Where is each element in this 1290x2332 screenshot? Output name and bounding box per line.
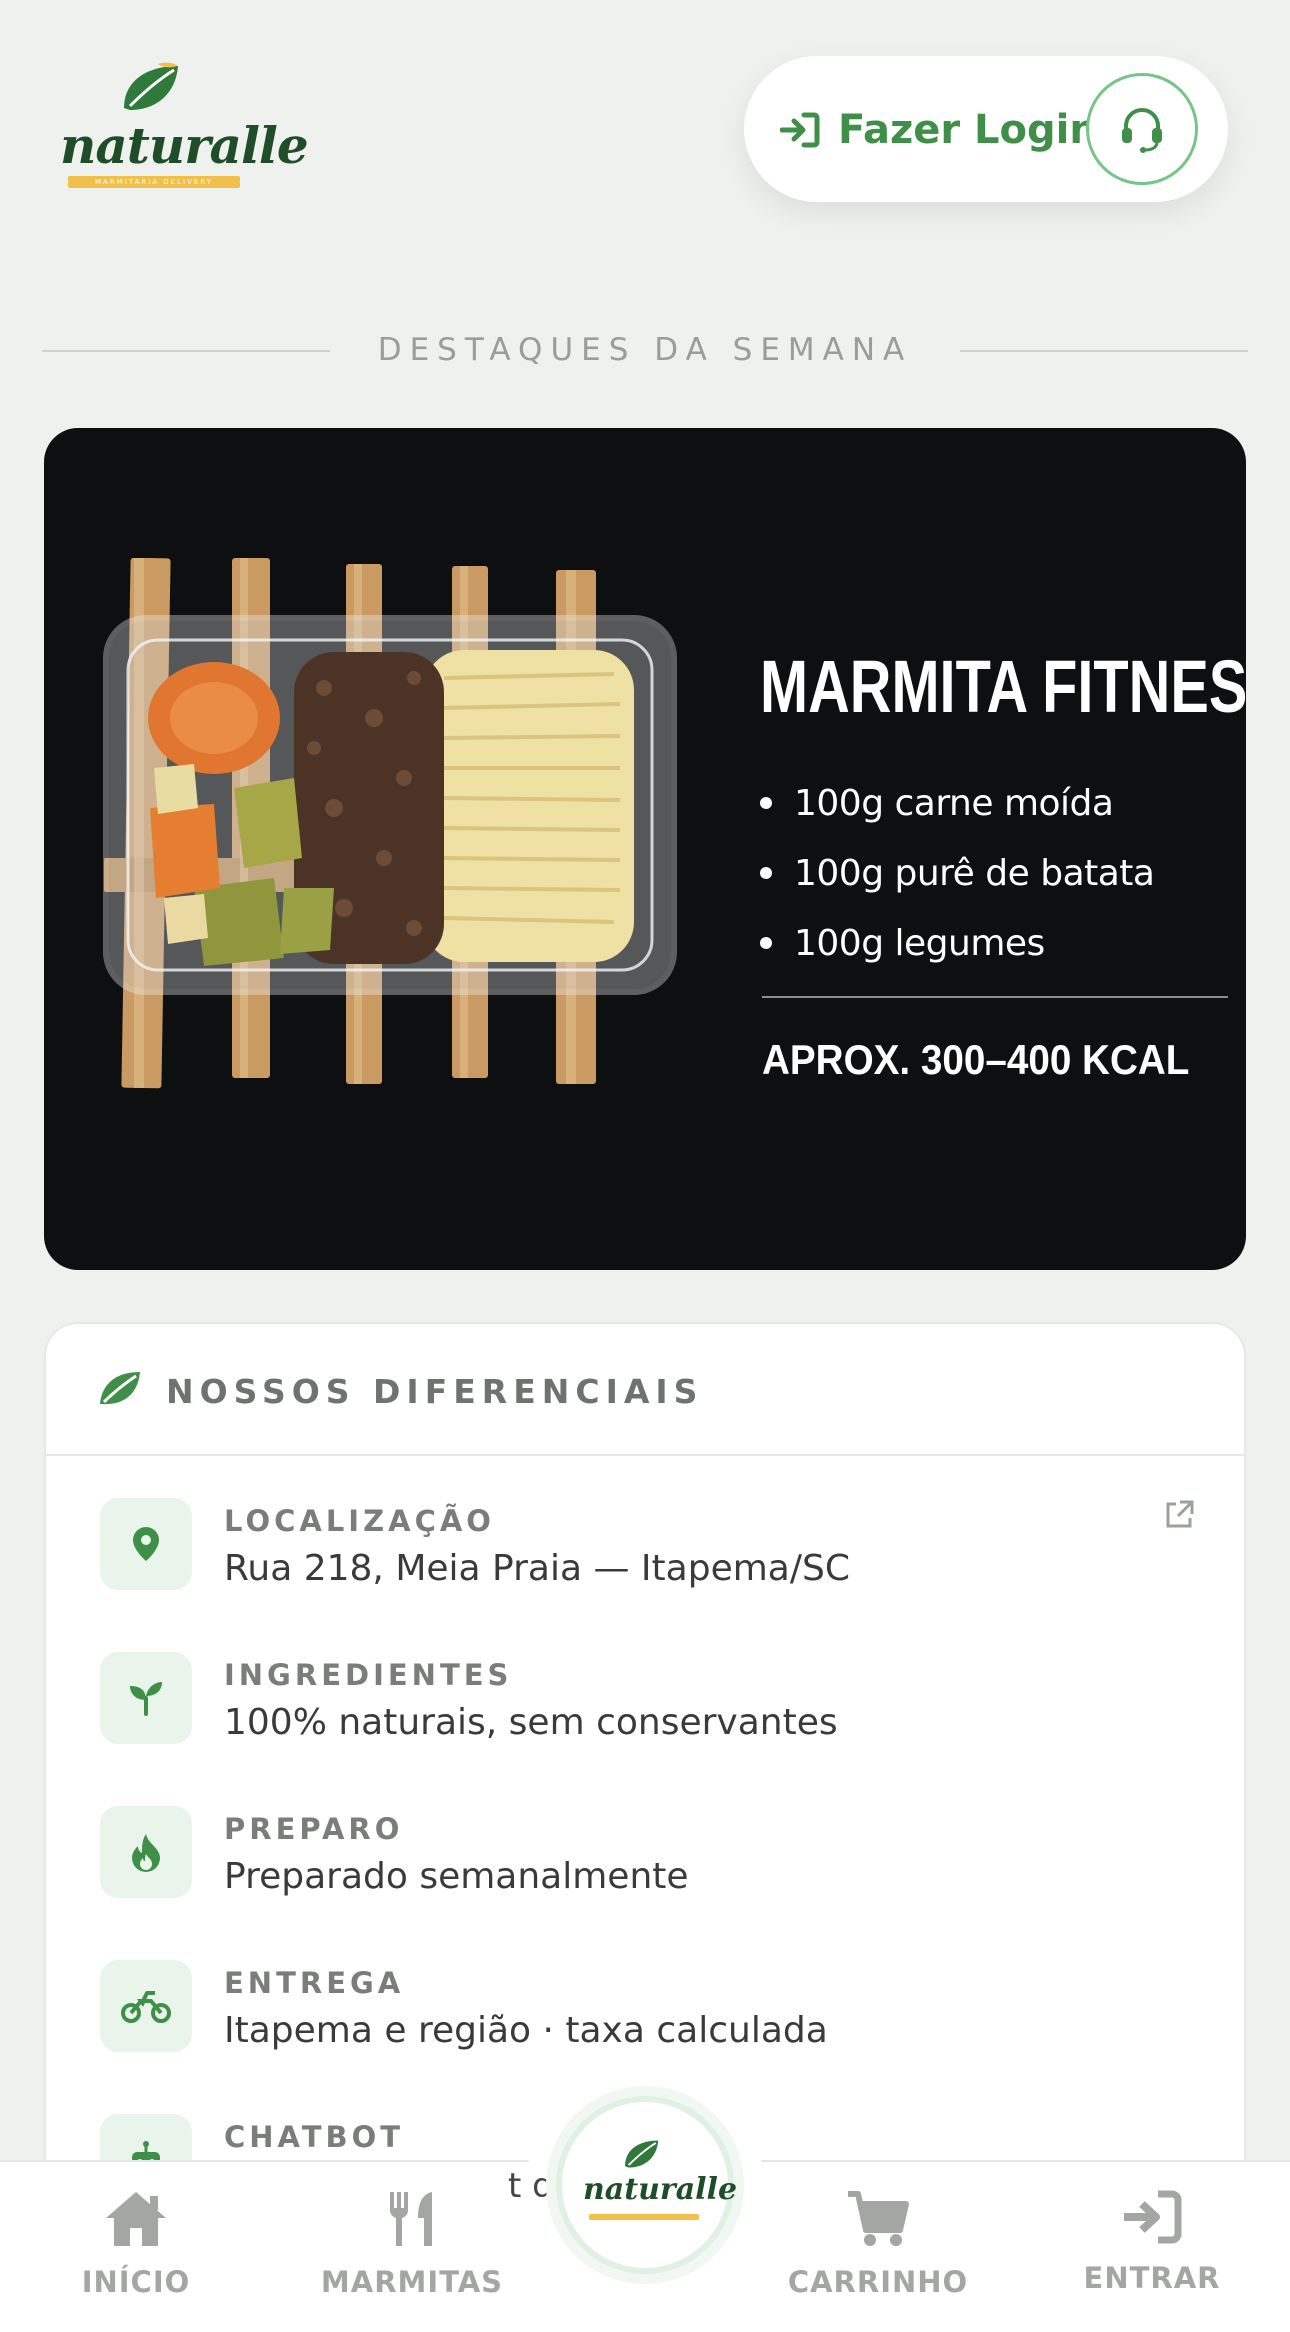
motorcycle-icon: [100, 1960, 192, 2052]
item-value: 100% naturais, sem conservantes: [224, 1702, 838, 1743]
list-item: 100g carne moída: [760, 768, 1154, 838]
item-value: Preparado semanalmente: [224, 1856, 689, 1897]
brand-wordmark: naturalle: [60, 116, 309, 175]
nav-home-logo-button[interactable]: naturalle: [556, 2096, 737, 2274]
item-label: LOCALIZAÇÃO: [224, 1504, 495, 1538]
flame-icon: [100, 1806, 192, 1898]
nav-label: INÍCIO: [81, 2265, 191, 2299]
list-item: 100g legumes: [760, 908, 1154, 978]
header: naturalle MARMITARIA DELIVERY Fazer Logi…: [0, 0, 1290, 220]
brand-logo-small: naturalle: [575, 2130, 737, 2240]
nav-label: MARMITAS: [320, 2265, 504, 2299]
nav-sign-in[interactable]: ENTRAR: [1052, 2190, 1252, 2295]
list-item-ingredients: INGREDIENTES 100% naturais, sem conserva…: [100, 1652, 1200, 1772]
differentials-header: NOSSOS DIFERENCIAIS: [46, 1324, 1244, 1456]
bullet-icon: [760, 937, 772, 949]
list-item-delivery: ENTREGA Itapema e região · taxa calculad…: [100, 1960, 1200, 2080]
calorie-estimate: APROX. 300–400 KCAL: [762, 1036, 1190, 1083]
meal-photo: [103, 558, 677, 1089]
item-value: Itapema e região · taxa calculada: [224, 2010, 828, 2051]
brand-tagline: MARMITARIA DELIVERY: [68, 176, 240, 188]
sign-in-icon: [1124, 2190, 1182, 2244]
leaf-logo-icon: [625, 2140, 659, 2168]
nav-label: CARRINHO: [787, 2265, 969, 2299]
nav-cart[interactable]: CARRINHO: [778, 2190, 978, 2299]
nav-home[interactable]: INÍCIO: [36, 2190, 236, 2299]
divider-line: [762, 996, 1228, 998]
item-label: CHATBOT: [224, 2120, 405, 2154]
leaf-logo-icon: [124, 62, 178, 110]
list-item-preparation: PREPARO Preparado semanalmente: [100, 1806, 1200, 1926]
bullet-icon: [760, 797, 772, 809]
location-pin-icon: [100, 1498, 192, 1590]
headset-icon: [1122, 108, 1162, 153]
header-actions: Fazer Login: [744, 56, 1228, 202]
item-label: PREPARO: [224, 1812, 404, 1846]
home-icon: [106, 2192, 166, 2246]
brand-wordmark: naturalle: [583, 2172, 738, 2207]
item-label: ENTREGA: [224, 1966, 405, 2000]
item-value: Rua 218, Meia Praia — Itapema/SC: [224, 1548, 850, 1589]
differentials-title: NOSSOS DIFERENCIAIS: [166, 1372, 704, 1411]
leaf-icon: [100, 1372, 140, 1404]
featured-items: 100g carne moída 100g purê de batata 100…: [760, 768, 1155, 978]
utensils-icon: [389, 2192, 432, 2246]
divider-line: [960, 350, 1248, 352]
brand-tagline-bar: [589, 2214, 699, 2220]
cart-icon: [848, 2191, 909, 2246]
list-item: 100g purê de batata: [760, 838, 1155, 908]
section-heading: DESTAQUES DA SEMANA: [42, 330, 1248, 370]
bullet-icon: [760, 867, 772, 879]
list-item-location[interactable]: LOCALIZAÇÃO Rua 218, Meia Praia — Itapem…: [100, 1498, 1200, 1618]
sign-in-icon: [780, 112, 820, 148]
login-label: Fazer Login: [838, 107, 1098, 153]
sprout-icon: [100, 1652, 192, 1744]
external-link-icon[interactable]: [1162, 1498, 1196, 1532]
login-button[interactable]: Fazer Login: [780, 102, 1098, 158]
nav-meals[interactable]: MARMITAS: [312, 2190, 512, 2299]
support-button[interactable]: [1086, 73, 1198, 185]
brand-logo[interactable]: naturalle MARMITARIA DELIVERY: [56, 62, 309, 192]
featured-title: MARMITA FITNESS: [760, 645, 1246, 728]
item-label: INGREDIENTES: [224, 1658, 513, 1692]
nav-label: ENTRAR: [1083, 2261, 1221, 2295]
featured-meal-card[interactable]: MARMITA FITNESS 100g carne moída 100g pu…: [44, 428, 1246, 1270]
